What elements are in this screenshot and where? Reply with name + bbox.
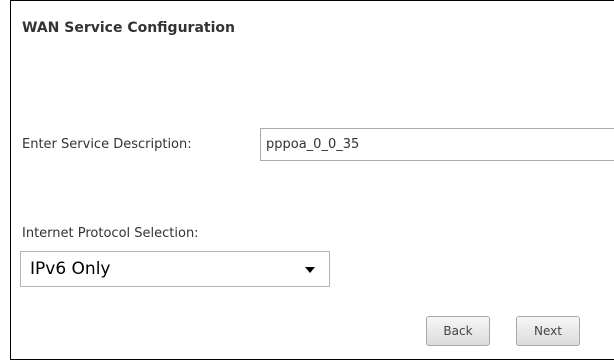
protocol-select[interactable]: IPv6 Only	[20, 251, 330, 287]
protocol-select-value: IPv6 Only	[30, 259, 111, 279]
protocol-selection-label: Internet Protocol Selection:	[22, 226, 199, 241]
service-description-input[interactable]	[260, 128, 614, 161]
back-button[interactable]: Back	[426, 316, 490, 346]
chevron-down-icon	[305, 267, 315, 273]
content-frame	[10, 0, 614, 360]
next-button[interactable]: Next	[516, 316, 580, 346]
page-title: WAN Service Configuration	[22, 20, 235, 36]
service-description-label: Enter Service Description:	[22, 137, 192, 152]
